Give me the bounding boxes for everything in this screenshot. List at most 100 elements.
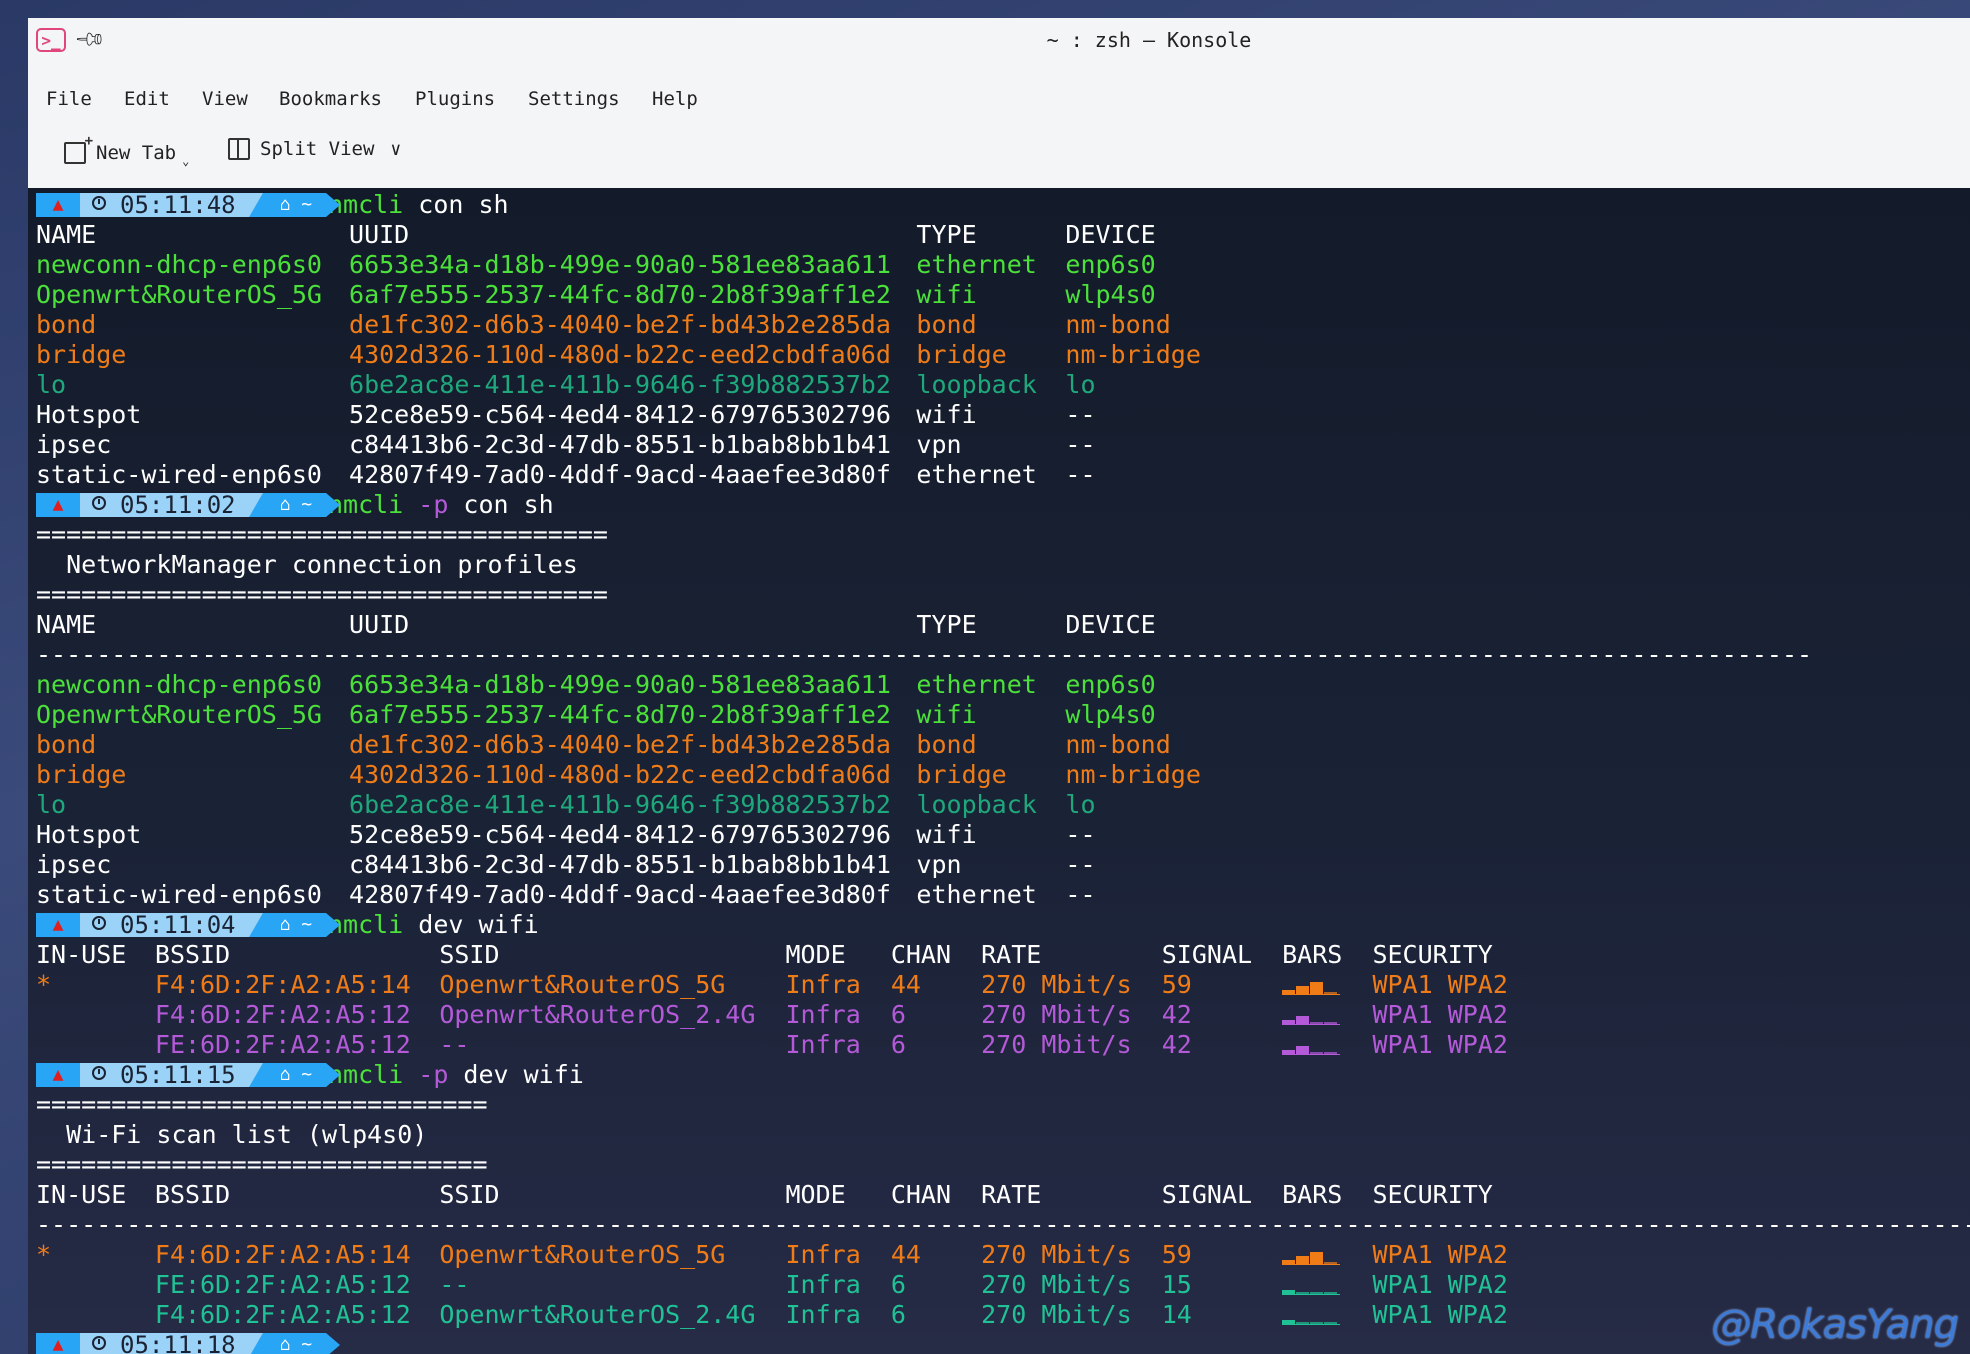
wifi-rate: 270 Mbit/s — [981, 1000, 1132, 1029]
separator-rule: ============================== — [36, 1150, 488, 1179]
prompt-arrow — [326, 1333, 341, 1354]
prompt-arrow — [326, 1063, 341, 1087]
connection-name: static-wired-enp6s0 — [36, 880, 322, 909]
menu-edit[interactable]: Edit — [124, 88, 170, 110]
wifi-signal: 59 — [1161, 970, 1192, 999]
wifi-chan: 6 — [890, 1000, 906, 1029]
connection-name: newconn-dhcp-enp6s0 — [36, 250, 322, 279]
prompt-arrow — [326, 493, 341, 517]
wifi-bssid: F4:6D:2F:A2:A5:14 — [154, 970, 411, 999]
clock-icon — [92, 1336, 106, 1350]
wifi-rate: 270 Mbit/s — [981, 1270, 1132, 1299]
connection-uuid: 6af7e555-2537-44fc-8d70-2b8f39aff1e2 — [349, 280, 891, 309]
wifi-signal: 42 — [1161, 1000, 1192, 1029]
connection-name: bridge — [36, 340, 127, 369]
split-view-button[interactable]: Split View ∨ — [228, 138, 401, 160]
terminal-area[interactable]: ▲ 05:11:48 ⌂ ~ nmcli con sh NAME UUID TYPE DEVIC… — [28, 188, 1970, 1354]
wifi-bssid: FE:6D:2F:A2:A5:12 — [154, 1270, 411, 1299]
column-header: SSID — [439, 1180, 500, 1209]
wifi-chan: 44 — [890, 970, 921, 999]
clock-icon — [92, 1066, 106, 1080]
menu-bookmarks[interactable]: Bookmarks — [279, 88, 382, 110]
signal-baseline — [1282, 1264, 1341, 1265]
connection-name: bridge — [36, 760, 127, 789]
wifi-chan: 6 — [890, 1030, 906, 1059]
wifi-ssid: Openwrt&RouterOS_5G — [439, 970, 726, 999]
connection-uuid: de1fc302-d6b3-4040-be2f-bd43b2e285da — [349, 730, 891, 759]
shell-prompt: ▲ 05:11:02 ⌂ ~ — [36, 493, 341, 517]
menu-help[interactable]: Help — [652, 88, 698, 110]
prompt-dir-text: ~ — [301, 1334, 313, 1354]
connection-name: Hotspot — [36, 400, 142, 429]
wifi-ssid: Openwrt&RouterOS_2.4G — [439, 1300, 756, 1329]
connection-uuid: 4302d326-110d-480d-b22c-eed2cbdfa06d — [349, 340, 891, 369]
dropdown-small-icon[interactable]: ⌄ — [182, 154, 189, 168]
connection-type: loopback — [916, 790, 1037, 819]
menu-view[interactable]: View — [202, 88, 248, 110]
signal-bars-icon — [1282, 1000, 1342, 1030]
connection-device: nm-bond — [1065, 730, 1171, 759]
connection-device: -- — [1065, 460, 1096, 489]
signal-bars-icon — [1282, 1300, 1342, 1330]
connection-type: ethernet — [916, 250, 1037, 279]
connection-name: Openwrt&RouterOS_5G — [36, 700, 322, 729]
signal-baseline — [1282, 1324, 1341, 1325]
wifi-rate: 270 Mbit/s — [981, 1240, 1132, 1269]
wifi-ssid: Openwrt&RouterOS_2.4G — [439, 1000, 756, 1029]
shell-prompt: ▲ 05:11:15 ⌂ ~ — [36, 1063, 341, 1087]
signal-baseline — [1282, 1054, 1341, 1055]
wifi-bssid: F4:6D:2F:A2:A5:12 — [154, 1000, 411, 1029]
home-icon: ⌂ — [279, 1334, 302, 1354]
column-header: SECURITY — [1372, 940, 1493, 969]
wifi-chan: 6 — [890, 1270, 906, 1299]
connection-device: enp6s0 — [1065, 670, 1156, 699]
connection-uuid: 6be2ac8e-411e-411b-9646-f39b882537b2 — [349, 370, 891, 399]
connection-uuid: de1fc302-d6b3-4040-be2f-bd43b2e285da — [349, 310, 891, 339]
column-header: TYPE — [916, 610, 977, 639]
wifi-chan: 6 — [890, 1300, 906, 1329]
wifi-in-use: * — [36, 1240, 52, 1269]
column-header: UUID — [349, 610, 410, 639]
chevron-down-icon[interactable]: ∨ — [390, 139, 401, 160]
wifi-mode: Infra — [785, 970, 861, 999]
new-tab-button[interactable]: New Tab ⌄ — [64, 133, 189, 168]
prompt-time: 05:11:15 — [80, 1063, 246, 1087]
signal-bar — [1296, 1016, 1310, 1024]
column-header: UUID — [349, 220, 410, 249]
menu-plugins[interactable]: Plugins — [415, 88, 495, 110]
prompt-arrow — [326, 193, 341, 217]
signal-bar — [1296, 1046, 1310, 1054]
signal-bar — [1310, 982, 1324, 994]
column-header: NAME — [36, 610, 97, 639]
menu-settings[interactable]: Settings — [528, 88, 620, 110]
connection-name: ipsec — [36, 430, 112, 459]
wifi-bssid: F4:6D:2F:A2:A5:12 — [154, 1300, 411, 1329]
menu-bar: File Edit View Bookmarks Plugins Setting… — [28, 78, 1970, 122]
arch-logo-icon: ▲ — [36, 193, 80, 217]
connection-uuid: 6be2ac8e-411e-411b-9646-f39b882537b2 — [349, 790, 891, 819]
connection-type: wifi — [916, 700, 977, 729]
connection-device: -- — [1065, 850, 1096, 879]
prompt-dir-text: ~ — [301, 1064, 313, 1085]
wifi-ssid: Openwrt&RouterOS_5G — [439, 1240, 726, 1269]
connection-name: Hotspot — [36, 820, 142, 849]
home-icon: ⌂ — [279, 494, 302, 515]
connection-uuid: c84413b6-2c3d-47db-8551-b1bab8bb1b41 — [349, 850, 891, 879]
dash-rule: ----------------------------------------… — [36, 1210, 1970, 1239]
connection-uuid: 4302d326-110d-480d-b22c-eed2cbdfa06d — [349, 760, 891, 789]
connection-device: nm-bond — [1065, 310, 1171, 339]
connection-device: -- — [1065, 400, 1096, 429]
connection-type: ethernet — [916, 670, 1037, 699]
signal-bars-icon — [1282, 1240, 1342, 1270]
connection-name: lo — [36, 790, 67, 819]
connection-device: -- — [1065, 880, 1096, 909]
prompt-dir: ⌂ ~ — [228, 1333, 341, 1354]
wifi-security: WPA1 WPA2 — [1372, 970, 1508, 999]
prompt-time: 05:11:18 — [80, 1333, 246, 1354]
wifi-security: WPA1 WPA2 — [1372, 1030, 1508, 1059]
connection-type: bond — [916, 310, 977, 339]
shell-prompt: ▲ 05:11:18 ⌂ ~ — [36, 1333, 341, 1354]
menu-file[interactable]: File — [46, 88, 92, 110]
connection-device: lo — [1065, 790, 1096, 819]
wifi-security: WPA1 WPA2 — [1372, 1000, 1508, 1029]
